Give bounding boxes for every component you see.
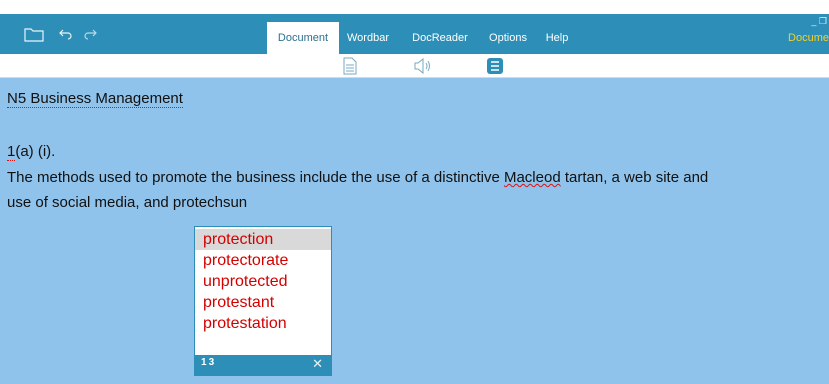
redo-icon[interactable] xyxy=(82,14,98,54)
question-ref-rest: (a) (i). xyxy=(15,143,56,160)
ribbon-titlebar: Document Wordbar DocReader Options Help … xyxy=(0,14,829,54)
suggestion-item[interactable]: protectorate xyxy=(195,250,331,271)
document-title: N5 Business Management xyxy=(7,90,183,108)
document-area[interactable]: N5 Business Management 1(a) (i). The met… xyxy=(0,78,829,384)
open-folder-icon[interactable] xyxy=(22,14,46,54)
paragraph-line-1: The methods used to promote the business… xyxy=(7,169,708,186)
suggestion-item[interactable]: protestation xyxy=(195,313,331,334)
ribbon-toolbar xyxy=(0,54,829,78)
spelling-suggestion-popup: protection protectorate unprotected prot… xyxy=(194,226,332,376)
close-icon[interactable]: ✕ xyxy=(312,356,323,372)
suggestion-item[interactable]: protection xyxy=(195,229,331,250)
tab-options[interactable]: Options xyxy=(485,22,531,54)
misspelled-word[interactable]: Macleod xyxy=(504,169,561,186)
list-panel-icon[interactable] xyxy=(485,56,505,76)
window-controls[interactable]: _ ❐ xyxy=(811,16,827,26)
suggestion-footer: 1 3 ✕ xyxy=(195,355,331,375)
tab-wordbar[interactable]: Wordbar xyxy=(342,22,394,54)
speaker-icon[interactable] xyxy=(411,56,435,76)
tab-help[interactable]: Help xyxy=(542,22,572,54)
title-text: N5 Business Management xyxy=(7,90,183,108)
paragraph-line-2: use of social media, and protechsun xyxy=(7,194,248,211)
numbers-toggle-icon[interactable]: 1 3 xyxy=(201,357,214,368)
app-brand: Docume xyxy=(788,32,829,44)
tab-document[interactable]: Document xyxy=(267,22,339,54)
suggestion-item[interactable]: unprotected xyxy=(195,271,331,292)
suggestion-list: protection protectorate unprotected prot… xyxy=(195,229,331,334)
top-area: Document Wordbar DocReader Options Help … xyxy=(0,0,829,78)
suggestion-item[interactable]: protestant xyxy=(195,292,331,313)
tab-docreader[interactable]: DocReader xyxy=(408,22,472,54)
para-text-1b: tartan, a web site and xyxy=(560,169,709,186)
question-reference: 1(a) (i). xyxy=(7,143,56,161)
document-icon[interactable] xyxy=(340,56,360,76)
para-text-1a: The methods used to promote the business… xyxy=(7,169,504,186)
undo-icon[interactable] xyxy=(58,14,74,54)
